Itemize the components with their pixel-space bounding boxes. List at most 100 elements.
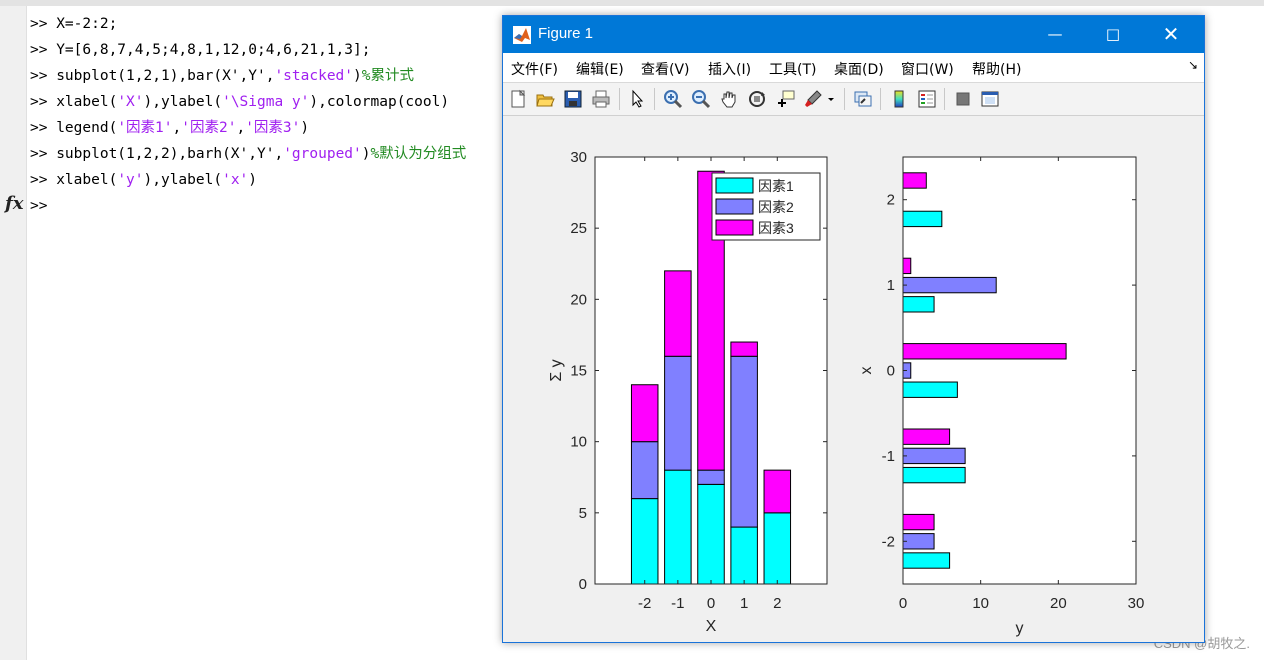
select-arrow-icon[interactable] — [627, 89, 647, 109]
legend-swatch — [715, 198, 754, 215]
code-string: 'y' — [117, 172, 144, 188]
figure-titlebar[interactable]: Figure 1 — □ ✕ — [503, 16, 1204, 53]
y-tick-label: 0 — [579, 576, 587, 593]
toolbar-separator — [654, 88, 655, 110]
print-icon[interactable] — [591, 89, 611, 109]
grouped-hbar — [902, 466, 966, 484]
x-tick-label: 0 — [707, 595, 715, 612]
stacked-bar-segment — [664, 355, 692, 471]
command-window-gutter — [0, 6, 27, 660]
figure-window: Figure 1 — □ ✕ 文件(F) 编辑(E) 查看(V) 插入(I) 工… — [502, 15, 1205, 643]
menu-help[interactable]: 帮助(H) — [972, 59, 1021, 79]
code-text: ) — [248, 172, 258, 188]
fx-function-browser-icon[interactable]: fx — [5, 193, 23, 214]
legend-label: 因素1 — [758, 178, 794, 194]
zoom-out-icon[interactable] — [691, 89, 711, 109]
y-tick-label: 1 — [887, 277, 895, 294]
y-tick-label: 15 — [570, 363, 587, 380]
x-tick-label: 1 — [740, 595, 748, 612]
close-button[interactable]: ✕ — [1148, 16, 1194, 53]
new-figure-icon[interactable] — [508, 89, 528, 109]
dock-arrow-icon[interactable]: ↘ — [1188, 58, 1198, 72]
x-tick-label: 0 — [899, 595, 907, 612]
open-file-icon[interactable] — [535, 89, 555, 109]
menu-desktop[interactable]: 桌面(D) — [834, 59, 884, 79]
command-line: >> xlabel('X'),ylabel('\Sigma y'),colorm… — [30, 89, 466, 115]
code-comment: %累计式 — [361, 68, 414, 84]
x-tick-label: 10 — [972, 595, 989, 612]
code-text: subplot(1,2,2),barh(X',Y', — [56, 146, 284, 162]
brush-icon[interactable] — [803, 89, 823, 109]
code-string: '因素1' — [117, 120, 173, 136]
code-text: xlabel( — [56, 94, 118, 110]
grouped-hbar — [902, 513, 935, 531]
code-string: 'stacked' — [274, 68, 354, 84]
code-string: 'X' — [117, 94, 144, 110]
top-border — [0, 0, 1264, 6]
x-axis-label: y — [1016, 620, 1024, 637]
code-text: X=-2:2; — [56, 16, 118, 32]
command-prompt: >> — [30, 198, 57, 214]
y-tick-label: 30 — [570, 149, 587, 166]
x-axis-label: X — [706, 618, 717, 635]
show-plot-tools-icon[interactable] — [980, 89, 1000, 109]
grouped-hbar — [902, 533, 935, 550]
code-string: '因素2' — [181, 120, 237, 136]
grouped-hbar — [902, 552, 951, 569]
maximize-button[interactable]: □ — [1090, 16, 1136, 53]
stacked-bar-segment — [763, 469, 792, 514]
matlab-logo-icon — [513, 26, 531, 44]
hide-plot-tools-icon[interactable] — [953, 89, 973, 109]
link-plot-icon[interactable] — [853, 89, 873, 109]
figure-canvas[interactable]: 0 5 10 15 20 25 30 -2 -1 0 1 2 X Σ y 因素1 因素2 因素3 0 10 20 30-… — [503, 116, 1204, 642]
rotate-3d-icon[interactable] — [747, 89, 767, 109]
grouped-hbar — [902, 447, 966, 465]
legend-icon[interactable] — [917, 89, 937, 109]
command-window[interactable]: >> X=-2:2; >> Y=[6,8,7,4,5;4,8,1,12,0;4,6… — [30, 11, 466, 219]
code-text: legend( — [56, 120, 118, 136]
brush-dropdown-icon[interactable] — [825, 89, 837, 109]
code-text: ) — [361, 146, 371, 162]
code-string: '因素3' — [245, 120, 301, 136]
stacked-bar-segment — [763, 512, 792, 585]
figure-title: Figure 1 — [538, 25, 594, 42]
y-tick-label: 20 — [570, 291, 587, 308]
zoom-in-icon[interactable] — [663, 89, 683, 109]
pan-hand-icon[interactable] — [719, 89, 739, 109]
menu-view[interactable]: 查看(V) — [641, 59, 690, 79]
toolbar-separator — [619, 88, 620, 110]
colorbar-icon[interactable] — [889, 89, 909, 109]
data-cursor-icon[interactable] — [775, 89, 795, 109]
x-tick-label: -1 — [671, 595, 684, 612]
stacked-bar-segment — [730, 341, 758, 357]
y-tick-label: -2 — [882, 533, 895, 550]
menu-insert[interactable]: 插入(I) — [708, 59, 751, 79]
toolbar-separator — [880, 88, 881, 110]
code-text: , — [236, 120, 246, 136]
stacked-bar-segment — [630, 498, 659, 585]
menu-window[interactable]: 窗口(W) — [901, 59, 954, 79]
code-text: ),colormap(cool) — [309, 94, 450, 110]
legend-label: 因素2 — [758, 199, 794, 215]
command-prompt: >> — [30, 172, 57, 188]
command-line: >> — [30, 193, 466, 219]
menu-file[interactable]: 文件(F) — [511, 59, 558, 79]
minimize-button[interactable]: — — [1032, 16, 1078, 53]
command-prompt: >> — [30, 120, 57, 136]
x-tick-label: 30 — [1128, 595, 1145, 612]
menu-tools[interactable]: 工具(T) — [769, 59, 816, 79]
code-string: 'x' — [222, 172, 249, 188]
grouped-hbar — [902, 343, 1067, 360]
code-text: subplot(1,2,1),bar(X',Y', — [56, 68, 275, 84]
menu-edit[interactable]: 编辑(E) — [576, 59, 624, 79]
code-text: Y=[6,8,7,4,5;4,8,1,12,0;4,6,21,1,3]; — [56, 42, 371, 58]
y-axis-label: Σ y — [548, 359, 565, 381]
x-tick-label: 20 — [1050, 595, 1067, 612]
stacked-bar-segment — [697, 469, 725, 485]
y-tick-label: -1 — [882, 448, 895, 465]
stacked-bar-segment — [630, 384, 659, 443]
save-icon[interactable] — [563, 89, 583, 109]
command-prompt: >> — [30, 16, 57, 32]
grouped-hbar — [902, 172, 927, 189]
legend-label: 因素3 — [758, 220, 794, 236]
